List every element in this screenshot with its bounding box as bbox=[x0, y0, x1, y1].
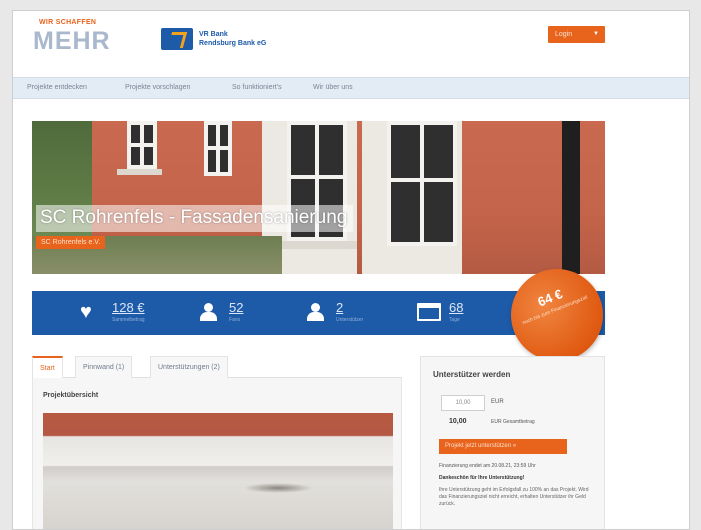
stat-supporters-value[interactable]: 2 bbox=[336, 300, 343, 315]
nav-item-wir-ueber-uns[interactable]: Wir über uns bbox=[313, 84, 353, 91]
hero-sill-1 bbox=[117, 169, 162, 175]
stat-amount-label: Sammelbetrag bbox=[112, 317, 145, 323]
total-label: EUR Gesamtbetrag bbox=[491, 419, 535, 425]
tab-content: Projektübersicht bbox=[32, 378, 402, 529]
project-title: SC Rohrenfels - Fassadensanierung bbox=[36, 205, 354, 232]
login-button[interactable]: Login ▼ bbox=[548, 26, 605, 43]
brand-logo[interactable]: MEHR bbox=[33, 27, 111, 56]
project-overview-heading: Projektübersicht bbox=[43, 392, 99, 399]
nav-item-so-funktionierts[interactable]: So funktioniert's bbox=[232, 84, 282, 91]
bank-name-line1: VR Bank bbox=[199, 31, 228, 38]
hero-window-2 bbox=[204, 121, 232, 176]
hero-image: SC Rohrenfels - Fassadensanierung SC Roh… bbox=[32, 121, 605, 274]
heart-icon: ♥ bbox=[80, 301, 92, 323]
stat-days-label: Tage bbox=[449, 317, 460, 323]
photo-crack bbox=[243, 483, 313, 493]
nav-item-projekte-entdecken[interactable]: Projekte entdecken bbox=[27, 84, 87, 91]
project-tabs: Start Pinnwand (1) Unterstützungen (2) bbox=[32, 356, 402, 378]
bank-name: VR Bank Rendsburg Bank eG bbox=[199, 30, 289, 48]
person-icon bbox=[306, 303, 326, 321]
hero-window-1 bbox=[127, 121, 157, 169]
funding-end-note: Finanzierung endet am 20.08.21, 23:59 Uh… bbox=[439, 463, 536, 469]
stat-days-value[interactable]: 68 bbox=[449, 300, 463, 315]
project-club-link[interactable]: SC Rohrenfels e.V. bbox=[36, 236, 106, 249]
calendar-icon bbox=[417, 303, 441, 321]
support-panel: Unterstützer werden 10,00 EUR 10,00 EUR … bbox=[420, 356, 605, 529]
tab-unterstuetzungen[interactable]: Unterstützungen (2) bbox=[150, 356, 228, 378]
bank-name-line2: Rendsburg Bank eG bbox=[199, 40, 267, 47]
total-amount: 10,00 bbox=[449, 418, 467, 425]
amount-input[interactable]: 10,00 bbox=[441, 395, 485, 411]
bank-logo-icon[interactable] bbox=[161, 28, 193, 50]
thanks-paragraph: Ihre Unterstützung geht im Erfolgsfall z… bbox=[439, 487, 589, 507]
site-header: WIR SCHAFFEN MEHR VR Bank Rendsburg Bank… bbox=[13, 11, 689, 73]
nav-item-projekte-vorschlagen[interactable]: Projekte vorschlagen bbox=[125, 84, 190, 91]
tab-start[interactable]: Start bbox=[32, 356, 63, 378]
support-panel-title: Unterstützer werden bbox=[433, 370, 511, 379]
login-label: Login bbox=[555, 31, 573, 38]
stat-amount-value[interactable]: 128 € bbox=[112, 300, 145, 315]
hero-sill-2 bbox=[277, 241, 357, 249]
amount-unit: EUR bbox=[491, 399, 504, 405]
brand-tagline: WIR SCHAFFEN bbox=[39, 19, 97, 26]
stat-fans-value[interactable]: 52 bbox=[229, 300, 243, 315]
browser-page: WIR SCHAFFEN MEHR VR Bank Rendsburg Bank… bbox=[12, 10, 690, 530]
person-icon bbox=[199, 303, 219, 321]
thanks-heading: Dankeschön für Ihre Unterstützung! bbox=[439, 475, 525, 481]
project-photo bbox=[43, 413, 393, 529]
stat-fans-label: Fans bbox=[229, 317, 241, 323]
tab-pinnwand[interactable]: Pinnwand (1) bbox=[75, 356, 133, 378]
hero-pipe bbox=[562, 121, 580, 274]
chevron-down-icon: ▼ bbox=[593, 31, 599, 37]
main-nav: Projekte entdecken Projekte vorschlagen … bbox=[13, 77, 689, 99]
hero-window-4 bbox=[387, 121, 457, 246]
support-project-button[interactable]: Projekt jetzt unterstützen » bbox=[439, 439, 567, 454]
stat-supporters-label: Unterstützer bbox=[336, 317, 364, 323]
